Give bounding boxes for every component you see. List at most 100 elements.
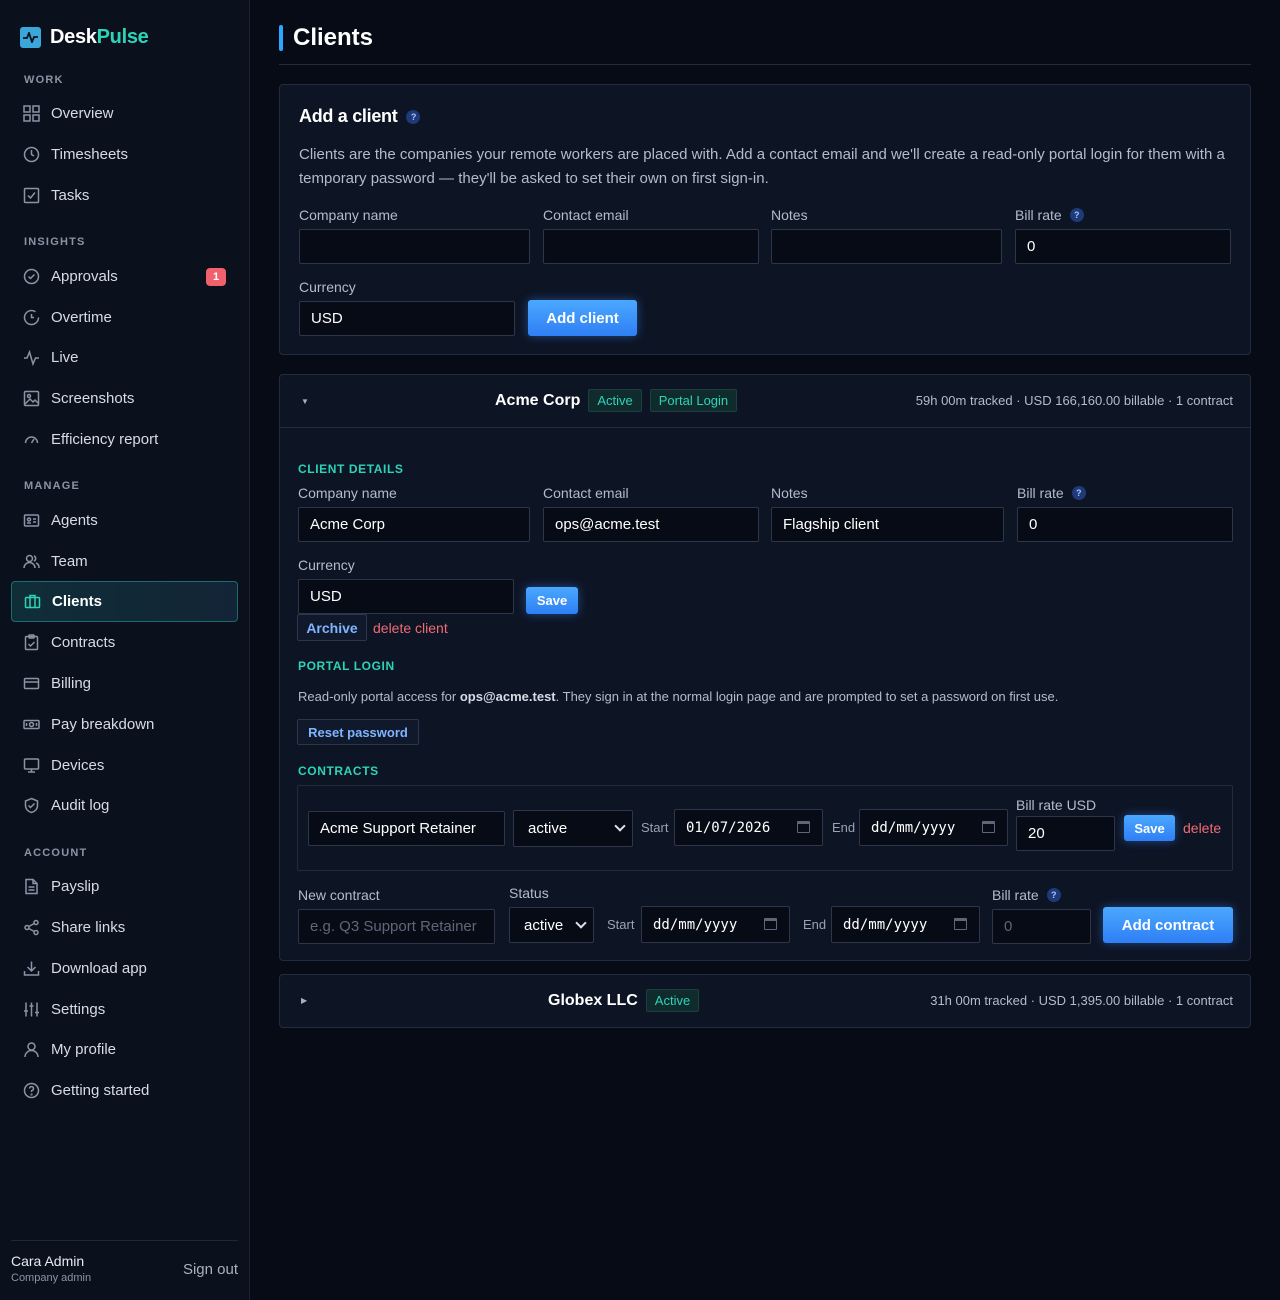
sidebar-item-label: Payslip: [51, 878, 100, 895]
help-icon[interactable]: ?: [1046, 888, 1061, 902]
calendar-icon[interactable]: [797, 821, 810, 833]
sidebar-item-label: Overview: [51, 105, 114, 122]
add-client-button[interactable]: Add client: [528, 300, 637, 336]
sidebar: DeskPulse WORK Overview Timesheets Tasks…: [0, 0, 250, 1300]
currency-input[interactable]: USD: [298, 579, 514, 614]
sidebar-item-pay-breakdown[interactable]: Pay breakdown: [11, 704, 238, 745]
delete-client-link[interactable]: delete client: [373, 620, 448, 636]
sidebar-item-payslip[interactable]: Payslip: [11, 866, 238, 907]
contact-email-input[interactable]: [543, 229, 759, 264]
credit-card-icon: [23, 677, 40, 690]
archive-button[interactable]: Archive: [297, 614, 367, 641]
new-contract-status-select[interactable]: active: [509, 907, 594, 943]
contract-status-select[interactable]: active: [513, 810, 633, 847]
calendar-icon[interactable]: [764, 918, 777, 930]
calendar-icon[interactable]: [954, 918, 967, 930]
contact-email-label: Contact email: [543, 485, 629, 501]
contact-email-input[interactable]: ops@acme.test: [543, 507, 759, 542]
collapse-caret-icon[interactable]: ▼: [301, 397, 309, 406]
contract-bill-rate-input[interactable]: 20: [1016, 816, 1115, 851]
sidebar-item-team[interactable]: Team: [11, 541, 238, 582]
help-icon[interactable]: ?: [1071, 486, 1086, 500]
check-circle-icon: [23, 268, 40, 285]
sidebar-item-label: Settings: [51, 1001, 106, 1018]
contract-start-date-input[interactable]: 01/07/2026: [674, 809, 823, 846]
help-icon[interactable]: ?: [1069, 208, 1084, 222]
gauge-icon: [24, 436, 39, 444]
contract-name-input[interactable]: Acme Support Retainer: [308, 811, 505, 846]
sidebar-item-label: Devices: [51, 757, 105, 774]
title-divider: [279, 64, 1251, 65]
currency-label: Currency: [298, 557, 355, 573]
notes-label: Notes: [771, 207, 808, 223]
client-header[interactable]: ▼ Acme Corp Active Portal Login 59h 00m …: [280, 375, 1250, 427]
sidebar-item-screenshots[interactable]: Screenshots: [11, 378, 238, 419]
client-card-acme: ▼ Acme Corp Active Portal Login 59h 00m …: [279, 374, 1251, 961]
bill-rate-label: Bill rate?: [1017, 485, 1086, 501]
bill-rate-input[interactable]: 0: [1017, 507, 1233, 542]
nav-section-work: WORK: [24, 74, 64, 86]
calendar-icon[interactable]: [982, 821, 995, 833]
page-title: Clients: [279, 24, 373, 51]
sidebar-item-getting-started[interactable]: Getting started: [11, 1070, 238, 1111]
sidebar-item-timesheets[interactable]: Timesheets: [11, 134, 238, 175]
notes-input[interactable]: Flagship client: [771, 507, 1004, 542]
client-card-globex: ▶ Globex LLC Active 31h 00m tracked · US…: [279, 974, 1251, 1028]
sidebar-item-tasks[interactable]: Tasks: [11, 175, 238, 216]
sidebar-item-overview[interactable]: Overview: [11, 93, 238, 134]
sidebar-item-label: Pay breakdown: [51, 716, 155, 733]
company-name-input[interactable]: [299, 229, 530, 264]
new-contract-end-date-input[interactable]: dd/mm/yyyy: [831, 906, 980, 943]
sidebar-item-agents[interactable]: Agents: [11, 500, 238, 541]
sidebar-item-download-app[interactable]: Download app: [11, 948, 238, 989]
chevron-down-icon: [575, 917, 587, 929]
new-contract-bill-rate-input[interactable]: 0: [992, 909, 1091, 944]
sidebar-item-audit-log[interactable]: Audit log: [11, 785, 238, 826]
delete-contract-link[interactable]: delete: [1183, 820, 1221, 836]
new-contract-name-input[interactable]: e.g. Q3 Support Retainer: [298, 909, 495, 944]
monitor-icon: [23, 758, 40, 773]
sidebar-item-share-links[interactable]: Share links: [11, 907, 238, 948]
share-icon: [24, 919, 39, 936]
sign-out-button[interactable]: Sign out: [183, 1261, 238, 1278]
brand[interactable]: DeskPulse: [20, 26, 149, 49]
expand-caret-icon[interactable]: ▶: [301, 996, 307, 1005]
divider: [280, 427, 1250, 428]
sidebar-item-efficiency-report[interactable]: Efficiency report: [11, 419, 238, 460]
currency-input[interactable]: USD: [299, 301, 515, 336]
client-header[interactable]: ▶ Globex LLC Active 31h 00m tracked · US…: [280, 975, 1250, 1027]
contract-end-date-input[interactable]: dd/mm/yyyy: [859, 809, 1008, 846]
sidebar-item-label: Approvals: [51, 268, 118, 285]
sidebar-item-devices[interactable]: Devices: [11, 745, 238, 786]
sidebar-item-label: Clients: [52, 593, 103, 610]
company-name-input[interactable]: Acme Corp: [298, 507, 530, 542]
sidebar-item-billing[interactable]: Billing: [11, 663, 238, 704]
sidebar-item-clients[interactable]: Clients: [11, 581, 238, 622]
add-contract-button[interactable]: Add contract: [1103, 907, 1233, 943]
sidebar-item-settings[interactable]: Settings: [11, 989, 238, 1030]
new-contract-label: New contract: [298, 887, 380, 903]
sidebar-item-approvals[interactable]: Approvals 1: [11, 256, 238, 297]
save-client-button[interactable]: Save: [526, 587, 578, 614]
sidebar-item-label: Download app: [51, 960, 147, 977]
notes-input[interactable]: [771, 229, 1002, 264]
company-name-label: Company name: [298, 485, 397, 501]
image-icon: [23, 390, 40, 407]
clock-icon: [23, 146, 40, 163]
save-contract-button[interactable]: Save: [1124, 815, 1175, 841]
sidebar-item-my-profile[interactable]: My profile: [11, 1029, 238, 1070]
client-summary: 31h 00m tracked · USD 1,395.00 billable …: [930, 993, 1233, 1008]
sidebar-item-label: Live: [51, 349, 79, 366]
reset-password-button[interactable]: Reset password: [297, 719, 419, 745]
new-contract-start-date-input[interactable]: dd/mm/yyyy: [641, 906, 790, 943]
portal-login-description: Read-only portal access for ops@acme.tes…: [298, 689, 1059, 704]
sidebar-item-overtime[interactable]: Overtime: [11, 297, 238, 338]
help-icon[interactable]: ?: [406, 109, 421, 124]
sidebar-item-label: Screenshots: [51, 390, 135, 407]
sidebar-item-contracts[interactable]: Contracts: [11, 622, 238, 663]
nav-section-account: ACCOUNT: [24, 847, 88, 859]
sliders-icon: [24, 1002, 39, 1017]
bill-rate-input[interactable]: 0: [1015, 229, 1231, 264]
document-icon: [25, 878, 38, 895]
sidebar-item-live[interactable]: Live: [11, 337, 238, 378]
